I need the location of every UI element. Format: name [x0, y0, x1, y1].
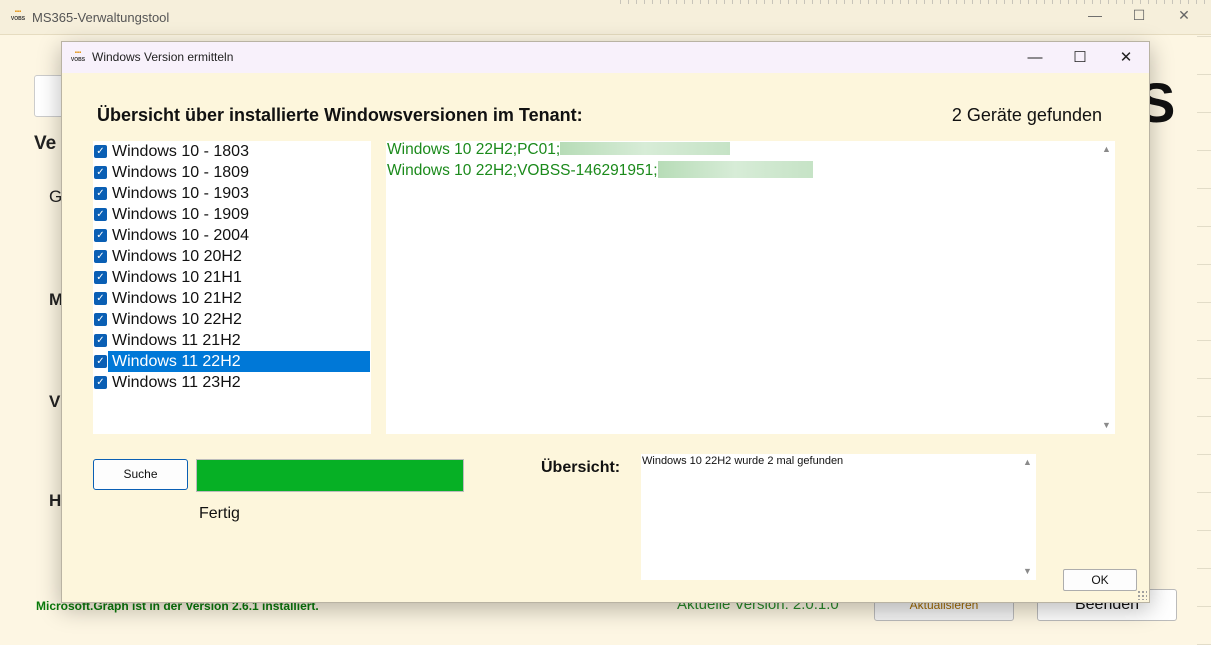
status-text: Fertig: [199, 505, 240, 522]
ruler-decoration: [620, 0, 1211, 4]
checkbox-checked-icon[interactable]: ✓: [94, 292, 107, 305]
version-item[interactable]: ✓ Windows 11 23H2: [93, 372, 371, 393]
progress-bar: [196, 459, 464, 492]
checkbox-checked-icon[interactable]: ✓: [94, 145, 107, 158]
main-close-button[interactable]: ✕: [1164, 0, 1204, 30]
main-minimize-button[interactable]: —: [1075, 0, 1115, 30]
checkbox-checked-icon[interactable]: ✓: [94, 271, 107, 284]
version-item[interactable]: ✓ Windows 10 22H2: [93, 309, 371, 330]
redacted-block: [657, 161, 813, 178]
version-item[interactable]: ✓ Windows 10 21H1: [93, 267, 371, 288]
main-section-heading: Ve: [34, 133, 57, 154]
checkbox-checked-icon[interactable]: ✓: [94, 376, 107, 389]
summary-text: Windows 10 22H2 wurde 2 mal gefunden: [642, 455, 844, 467]
main-label-h: H: [49, 491, 62, 510]
checkbox-checked-icon[interactable]: ✓: [94, 208, 107, 221]
scroll-up-icon[interactable]: ▲: [1019, 454, 1036, 471]
checkbox-checked-icon[interactable]: ✓: [94, 187, 107, 200]
dialog-logo-icon: ▪▪▪ VOBS: [70, 50, 86, 63]
ok-button[interactable]: OK: [1063, 569, 1137, 591]
dialog-minimize-button[interactable]: —: [1012, 42, 1058, 73]
result-line: Windows 10 22H2;PC01;: [387, 141, 731, 159]
summary-label: Übersicht:: [541, 459, 621, 476]
version-item[interactable]: ✓ Windows 10 - 1903: [93, 183, 371, 204]
checkbox-checked-icon[interactable]: ✓: [94, 250, 107, 263]
checkbox-checked-icon[interactable]: ✓: [94, 313, 107, 326]
version-item[interactable]: ✓ Windows 10 20H2: [93, 246, 371, 267]
version-checklist[interactable]: ✓ Windows 10 - 1803 ✓ Windows 10 - 1809 ✓ W…: [93, 141, 371, 434]
checkbox-checked-icon[interactable]: ✓: [94, 166, 107, 179]
scroll-down-icon[interactable]: ▼: [1098, 417, 1115, 434]
device-count-label: 2 Geräte gefunden: [951, 105, 1102, 125]
main-window-title: MS365-Verwaltungstool: [32, 10, 170, 25]
app-logo-icon: ▪▪▪ VOBS: [10, 9, 26, 22]
dialog-maximize-button[interactable]: ☐: [1057, 42, 1103, 73]
version-item[interactable]: ✓ Windows 10 - 2004: [93, 225, 371, 246]
background-hatch: [1197, 34, 1211, 645]
results-textbox[interactable]: Windows 10 22H2;PC01; Windows 10 22H2;VO…: [386, 141, 1115, 434]
dialog-heading: Übersicht über installierte Windowsversi…: [97, 105, 583, 125]
resize-grip-icon[interactable]: [1137, 590, 1147, 600]
version-item[interactable]: ✓ Windows 11 21H2: [93, 330, 371, 351]
version-item-selected[interactable]: ✓ Windows 11 22H2: [93, 351, 371, 372]
redacted-block: [560, 142, 731, 155]
scroll-down-icon[interactable]: ▼: [1019, 563, 1036, 580]
main-label-v: V: [49, 392, 61, 411]
version-item[interactable]: ✓ Windows 10 - 1909: [93, 204, 371, 225]
summary-scrollbar[interactable]: ▲ ▼: [1019, 454, 1036, 580]
search-button[interactable]: Suche: [93, 459, 188, 490]
dialog-title-bar: ▪▪▪ VOBS Windows Version ermitteln — ☐ ✕: [62, 42, 1149, 73]
progress-fill: [197, 460, 463, 491]
result-line: Windows 10 22H2;VOBSS-146291951;: [387, 161, 813, 180]
main-title-bar: ▪▪▪ VOBS MS365-Verwaltungstool — ☐ ✕: [0, 0, 1211, 35]
checkbox-checked-icon[interactable]: ✓: [94, 229, 107, 242]
main-maximize-button[interactable]: ☐: [1119, 0, 1159, 30]
windows-version-dialog: ▪▪▪ VOBS Windows Version ermitteln — ☐ ✕ …: [61, 41, 1150, 603]
dialog-close-button[interactable]: ✕: [1103, 42, 1149, 73]
version-item[interactable]: ✓ Windows 10 - 1803: [93, 141, 371, 162]
summary-textbox[interactable]: Windows 10 22H2 wurde 2 mal gefunden ▲ ▼: [641, 454, 1036, 580]
version-item[interactable]: ✓ Windows 10 21H2: [93, 288, 371, 309]
scroll-up-icon[interactable]: ▲: [1098, 141, 1115, 158]
results-scrollbar[interactable]: ▲ ▼: [1098, 141, 1115, 434]
checkbox-checked-icon[interactable]: ✓: [94, 355, 107, 368]
checkbox-checked-icon[interactable]: ✓: [94, 334, 107, 347]
dialog-title: Windows Version ermitteln: [92, 50, 234, 64]
version-item[interactable]: ✓ Windows 10 - 1809: [93, 162, 371, 183]
